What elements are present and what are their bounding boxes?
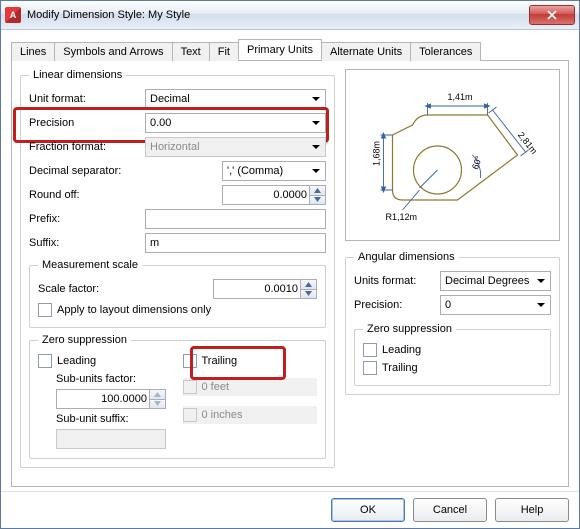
button-bar: OK Cancel Help — [1, 491, 579, 528]
ok-button[interactable]: OK — [331, 498, 405, 522]
app-icon: A — [5, 7, 21, 23]
precision-label: Precision — [29, 117, 139, 129]
titlebar: A Modify Dimension Style: My Style — [1, 1, 579, 30]
preview-angle: 60° — [470, 154, 484, 171]
linear-legend: Linear dimensions — [29, 69, 126, 81]
subsuffix-input — [56, 429, 166, 449]
feet-check: 0 feet — [183, 378, 318, 396]
linear-dimensions-group: Linear dimensions Unit format: Decimal P… — [20, 69, 335, 468]
ang-zsup-group: Zero suppression Leading Trailing — [354, 323, 551, 386]
cancel-button[interactable]: Cancel — [413, 498, 487, 522]
apply-layout-check[interactable]: Apply to layout dimensions only — [38, 301, 317, 319]
tab-primary-units[interactable]: Primary Units — [238, 39, 322, 60]
preview-left: 1,68m — [372, 141, 382, 166]
preview-top: 1,41m — [448, 92, 473, 102]
close-icon — [547, 10, 557, 20]
help-button[interactable]: Help — [495, 498, 569, 522]
ang-zsup-legend: Zero suppression — [363, 323, 456, 335]
inches-check: 0 inches — [183, 406, 318, 424]
ang-precision-label: Precision: — [354, 299, 434, 311]
tab-strip: Lines Symbols and Arrows Text Fit Primar… — [11, 38, 569, 60]
window-title: Modify Dimension Style: My Style — [27, 9, 529, 21]
ang-precision-combo[interactable]: 0 — [440, 295, 551, 315]
ang-units-combo[interactable]: Decimal Degrees — [440, 271, 551, 291]
ang-leading-check[interactable]: Leading — [363, 341, 542, 359]
measurement-scale-group: Measurement scale Scale factor: 0.0010 — [29, 259, 326, 328]
prefix-label: Prefix: — [29, 213, 139, 225]
tab-text[interactable]: Text — [172, 42, 210, 61]
close-button[interactable] — [529, 5, 575, 25]
left-column: Linear dimensions Unit format: Decimal P… — [20, 69, 335, 478]
round-off-spin[interactable]: 0.0000 — [222, 185, 326, 205]
scale-factor-spin[interactable]: 0.0010 — [213, 279, 317, 299]
tab-symbols-arrows[interactable]: Symbols and Arrows — [54, 42, 172, 61]
preview-radius: R1,12m — [386, 212, 418, 222]
angular-legend: Angular dimensions — [354, 251, 459, 263]
decimal-sep-label: Decimal separator: — [29, 165, 139, 177]
dialog-window: A Modify Dimension Style: My Style Lines… — [0, 0, 580, 529]
zero-suppression-group: Zero suppression Leading Sub-units facto… — [29, 334, 326, 459]
tab-alternate-units[interactable]: Alternate Units — [321, 42, 411, 61]
spin-buttons[interactable] — [309, 186, 325, 204]
mscale-legend: Measurement scale — [38, 259, 142, 271]
fraction-format-label: Fraction format: — [29, 141, 139, 153]
subfactor-label: Sub-units factor: — [38, 373, 146, 385]
fraction-format-combo: Horizontal — [145, 137, 326, 157]
unit-format-label: Unit format: — [29, 93, 139, 105]
subsuffix-label: Sub-unit suffix: — [38, 413, 146, 425]
angular-dimensions-group: Angular dimensions Units format: Decimal… — [345, 251, 560, 395]
dialog-body: Lines Symbols and Arrows Text Fit Primar… — [1, 30, 579, 491]
scale-factor-label: Scale factor: — [38, 283, 148, 295]
tab-lines[interactable]: Lines — [11, 42, 55, 61]
prefix-input[interactable] — [145, 209, 326, 229]
right-column: 1,41m 1,68m 2,81m R1,12m 60° Angular dim… — [345, 69, 560, 478]
tab-tolerances[interactable]: Tolerances — [410, 42, 481, 61]
zsup-legend: Zero suppression — [38, 334, 131, 346]
ang-trailing-check[interactable]: Trailing — [363, 359, 542, 377]
leading-check[interactable]: Leading — [38, 352, 173, 370]
dimension-preview: 1,41m 1,68m 2,81m R1,12m 60° — [345, 69, 560, 241]
decimal-sep-combo[interactable]: ',' (Comma) — [222, 161, 326, 181]
subfactor-spin: 100.0000 — [56, 389, 166, 409]
tab-fit[interactable]: Fit — [209, 42, 239, 61]
round-off-label: Round off: — [29, 189, 139, 201]
tab-panel: Linear dimensions Unit format: Decimal P… — [11, 60, 569, 487]
suffix-input[interactable]: m — [145, 233, 326, 253]
preview-right: 2,81m — [516, 130, 539, 156]
ang-units-label: Units format: — [354, 275, 434, 287]
trailing-check[interactable]: Trailing — [183, 352, 318, 370]
unit-format-combo[interactable]: Decimal — [145, 89, 326, 109]
suffix-label: Suffix: — [29, 237, 139, 249]
precision-combo[interactable]: 0.00 — [145, 113, 326, 133]
